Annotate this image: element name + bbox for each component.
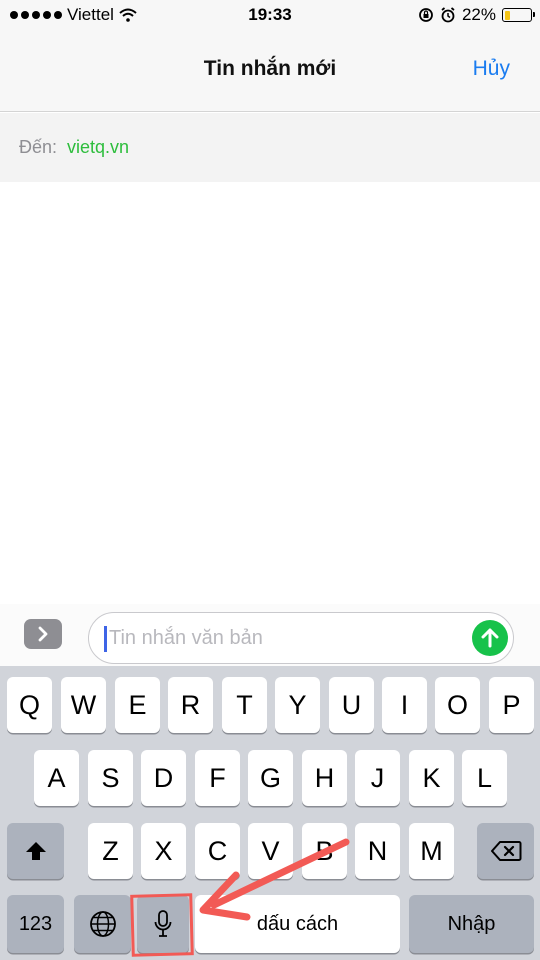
microphone-icon (154, 910, 172, 937)
status-right: 22% (418, 5, 535, 25)
arrow-up-icon (481, 628, 499, 648)
send-button[interactable] (472, 620, 508, 656)
key-x[interactable]: X (141, 823, 186, 879)
battery-icon (502, 8, 535, 22)
chevron-right-icon (38, 626, 48, 642)
alarm-icon (441, 7, 455, 23)
key-j[interactable]: J (355, 750, 400, 806)
conversation-area (0, 182, 540, 604)
key-g[interactable]: G (248, 750, 293, 806)
key-f[interactable]: F (195, 750, 240, 806)
navigation-bar: Tin nhắn mới Hủy (0, 30, 540, 112)
key-v[interactable]: V (248, 823, 293, 879)
key-b[interactable]: B (302, 823, 347, 879)
key-a[interactable]: A (34, 750, 79, 806)
keyboard: Q W E R T Y U I O P A S D F G H J K L Z … (0, 666, 540, 960)
key-r[interactable]: R (168, 677, 213, 733)
recipient-label: Đến: (19, 137, 58, 157)
backspace-key[interactable] (477, 823, 534, 879)
key-q[interactable]: Q (7, 677, 52, 733)
key-u[interactable]: U (329, 677, 374, 733)
expand-apps-button[interactable] (24, 619, 62, 649)
key-e[interactable]: E (115, 677, 160, 733)
cancel-button[interactable]: Hủy (473, 57, 510, 81)
backspace-icon (490, 841, 521, 861)
message-composer: Tin nhắn văn bản (0, 604, 540, 666)
key-c[interactable]: C (195, 823, 240, 879)
shift-icon (25, 842, 46, 860)
key-l[interactable]: L (462, 750, 507, 806)
page-title: Tin nhắn mới (203, 57, 337, 80)
recipient-row[interactable]: Đến: vietq.vn (0, 113, 540, 182)
key-m[interactable]: M (409, 823, 454, 879)
globe-icon (89, 911, 116, 937)
key-z[interactable]: Z (88, 823, 133, 879)
key-k[interactable]: K (409, 750, 454, 806)
key-i[interactable]: I (382, 677, 427, 733)
microphone-key[interactable] (137, 895, 189, 953)
globe-key[interactable] (74, 895, 131, 953)
recipient-value[interactable]: vietq.vn (67, 137, 129, 158)
key-s[interactable]: S (88, 750, 133, 806)
key-w[interactable]: W (61, 677, 106, 733)
lock-rotation-icon (419, 8, 433, 22)
battery-level (504, 10, 510, 20)
message-placeholder: Tin nhắn văn bản (109, 627, 263, 649)
battery-percent: 22% (461, 5, 496, 24)
text-cursor (104, 626, 107, 652)
space-key[interactable]: dấu cách (195, 895, 400, 953)
message-input[interactable]: Tin nhắn văn bản (88, 612, 514, 664)
key-p[interactable]: P (489, 677, 534, 733)
key-h[interactable]: H (302, 750, 347, 806)
key-o[interactable]: O (435, 677, 480, 733)
return-key[interactable]: Nhập (409, 895, 534, 953)
numbers-key[interactable]: 123 (7, 895, 64, 953)
key-d[interactable]: D (141, 750, 186, 806)
key-y[interactable]: Y (275, 677, 320, 733)
shift-key[interactable] (7, 823, 64, 879)
status-bar: Viettel 19:33 22% (0, 0, 540, 30)
key-n[interactable]: N (355, 823, 400, 879)
key-t[interactable]: T (222, 677, 267, 733)
